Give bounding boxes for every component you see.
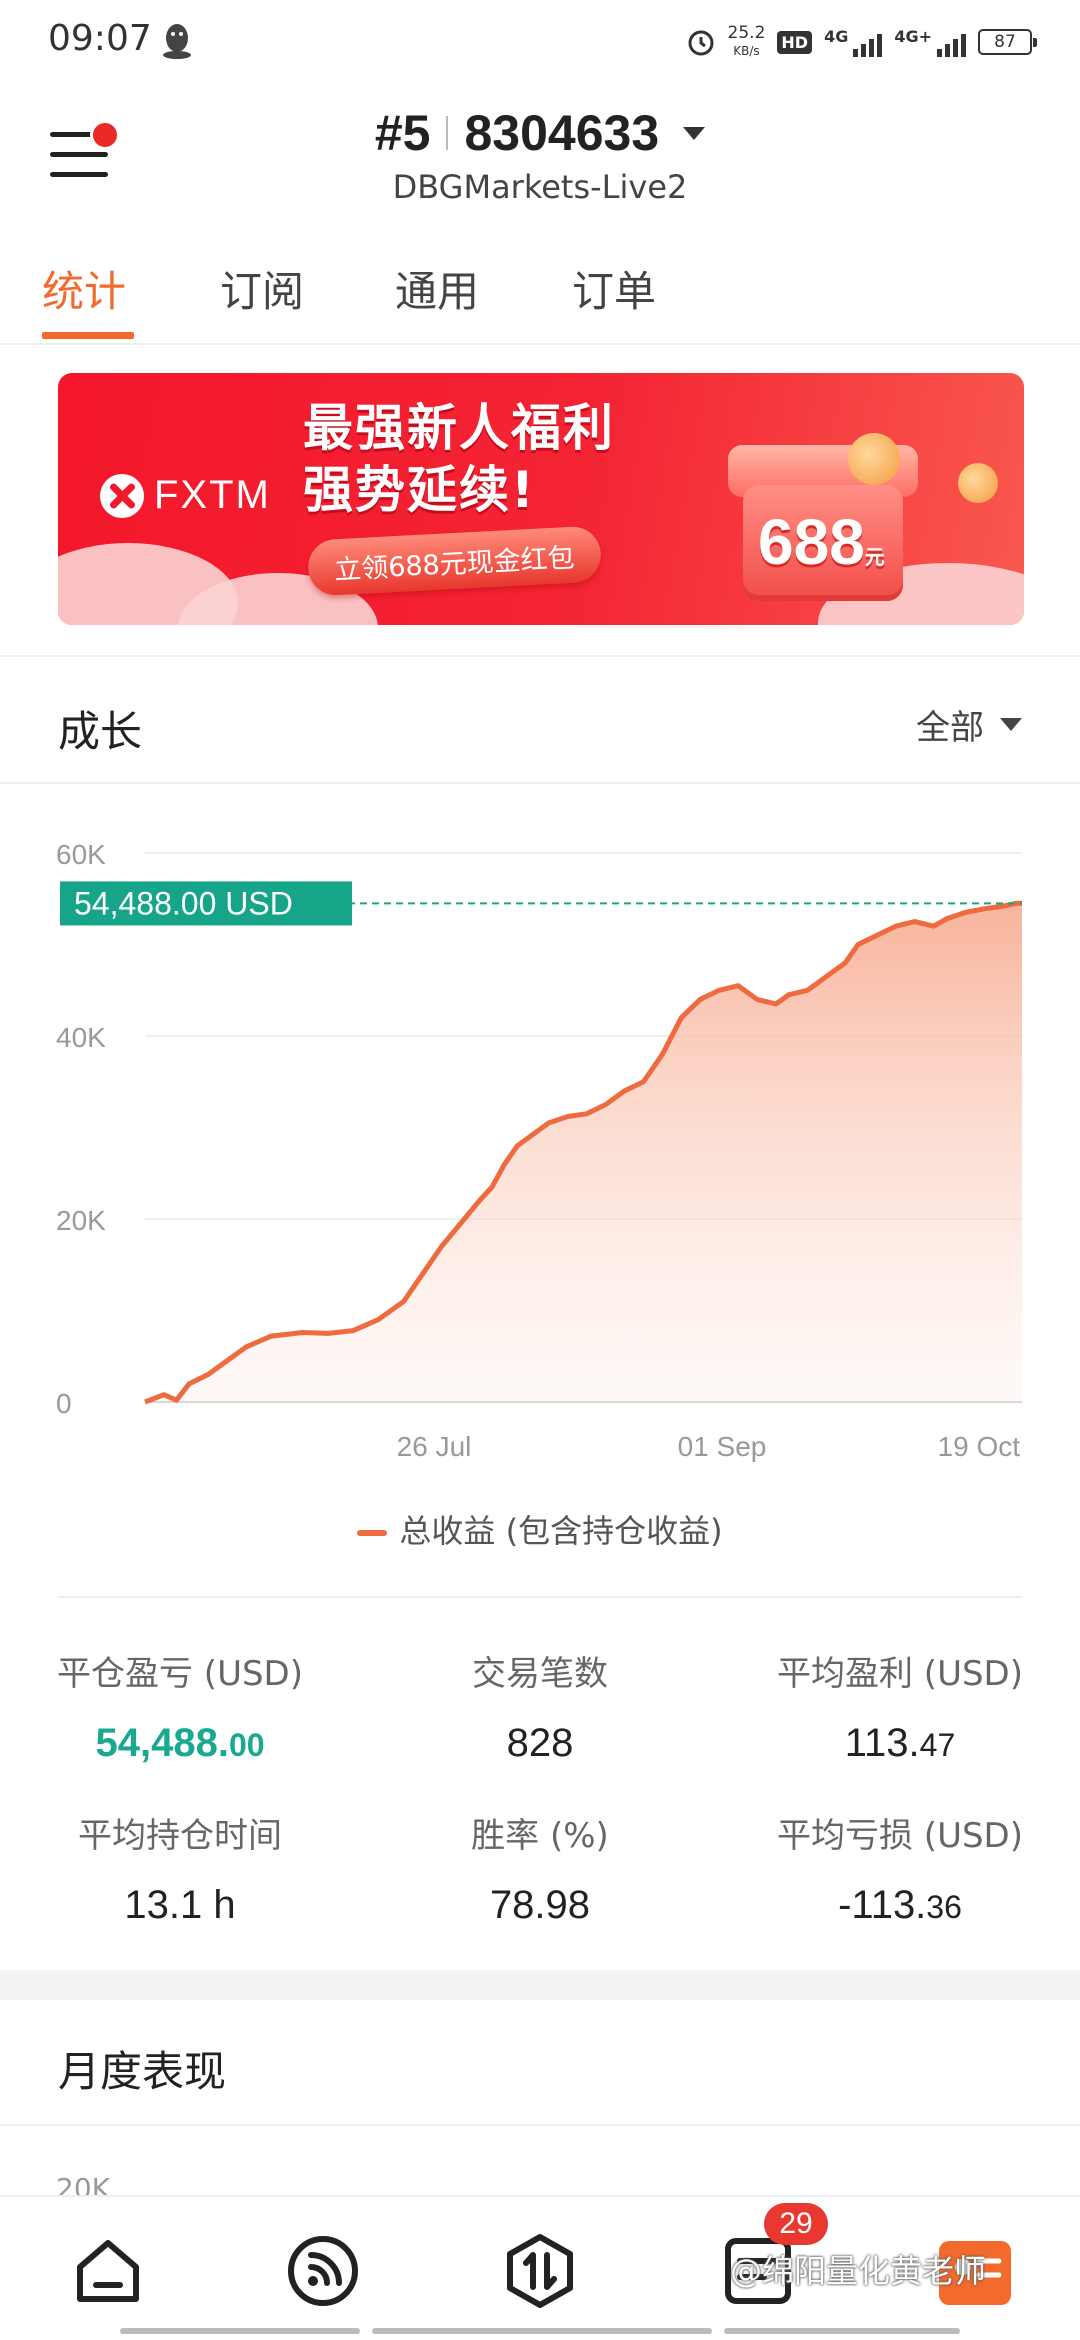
alarm-icon <box>688 30 714 56</box>
x-tick-label: 19 Oct <box>938 1431 1021 1462</box>
fxtm-logo: FXTM <box>100 473 271 518</box>
stat-avg-hold-time: 平均持仓时间 13.1 h <box>78 1816 282 1927</box>
tab-active-indicator <box>42 332 134 339</box>
status-indicators: 25.2 KB/s HD 4G 4G+ 87 <box>686 22 1037 62</box>
x-tick-label: 26 Jul <box>397 1431 472 1462</box>
coin-icon <box>848 433 900 485</box>
x-tick-label: 01 Sep <box>678 1431 767 1462</box>
banner-cta[interactable]: 立领688元现金红包 <box>306 525 602 597</box>
latest-value-label: 54,488.00 USD <box>74 885 293 921</box>
orders-badge: 29 <box>764 2203 828 2245</box>
status-bar: 09:07 25.2 KB/s HD 4G 4G+ 87 <box>0 0 1080 80</box>
series-area <box>145 903 1022 1402</box>
legend-swatch <box>357 1530 388 1536</box>
watermark: @绵阳量化黄老师 <box>730 2252 987 2290</box>
tab-bar: 统计 订阅 通用 订单 <box>0 250 1080 345</box>
gesture-bar <box>120 2328 360 2334</box>
qq-penguin-icon <box>163 24 191 59</box>
stat-avg-loss: 平均亏损 (USD) -113.36 <box>777 1816 1023 1927</box>
signal-icon-sim2: 4G+ <box>894 27 966 57</box>
y-tick-label: 0 <box>56 1388 72 1419</box>
stat-closed-pnl: 平仓盈亏 (USD) 54,488.00 <box>57 1654 303 1765</box>
gesture-bar <box>372 2328 712 2334</box>
growth-section-title: 成长 <box>58 707 143 756</box>
stat-avg-profit: 平均盈利 (USD) 113.47 <box>777 1654 1023 1765</box>
coin-icon <box>958 463 998 503</box>
account-number: 8304633 <box>464 105 660 161</box>
promo-banner[interactable]: FXTM 最强新人福利 强势延续! 立领688元现金红包 688元 <box>58 373 1024 625</box>
y-tick-label: 20K <box>56 1205 106 1236</box>
monthly-section-title: 月度表现 <box>58 2047 227 2096</box>
chart-legend: 总收益 (包含持仓收益) <box>0 1506 1080 1552</box>
trade-icon[interactable] <box>500 2231 580 2311</box>
chevron-down-icon <box>683 126 706 140</box>
growth-chart: 60K 40K 20K 0 26 Jul 01 Sep 19 Oct 54,488.00 US… <box>56 839 1022 1462</box>
y-tick-label: 60K <box>56 839 106 870</box>
home-icon[interactable] <box>68 2231 148 2311</box>
tab-subscribe[interactable]: 订阅 <box>220 258 304 319</box>
signal-feed-icon[interactable] <box>283 2231 363 2311</box>
gesture-bar <box>724 2328 960 2334</box>
y-tick-label: 40K <box>56 1022 106 1053</box>
account-selector[interactable]: #5 8304633 DBGMarkets-Live2 <box>0 104 1080 206</box>
network-speed: 25.2 KB/s <box>727 23 766 58</box>
server-name: DBGMarkets-Live2 <box>392 168 688 206</box>
tab-orders[interactable]: 订单 <box>572 258 656 319</box>
stat-win-rate: 胜率 (%) 78.98 <box>471 1816 609 1927</box>
banner-amount: 688元 <box>758 506 885 578</box>
legend-label: 总收益 (包含持仓收益) <box>399 1512 723 1550</box>
stat-trade-count: 交易笔数 828 <box>472 1654 608 1765</box>
battery-icon: 87 <box>978 29 1037 55</box>
hd-voice-badge: HD <box>777 30 813 54</box>
banner-title: 最强新人福利 强势延续! <box>303 399 615 519</box>
account-index: #5 <box>374 105 431 161</box>
tab-general[interactable]: 通用 <box>395 258 479 319</box>
signal-icon-sim1: 4G <box>824 27 883 57</box>
status-time: 09:07 <box>48 18 152 59</box>
caret-down-icon <box>1000 718 1022 731</box>
fxtm-logo-mark <box>100 473 144 518</box>
range-dropdown[interactable]: 全部 <box>916 700 1022 749</box>
tab-statistics[interactable]: 统计 <box>42 258 126 319</box>
